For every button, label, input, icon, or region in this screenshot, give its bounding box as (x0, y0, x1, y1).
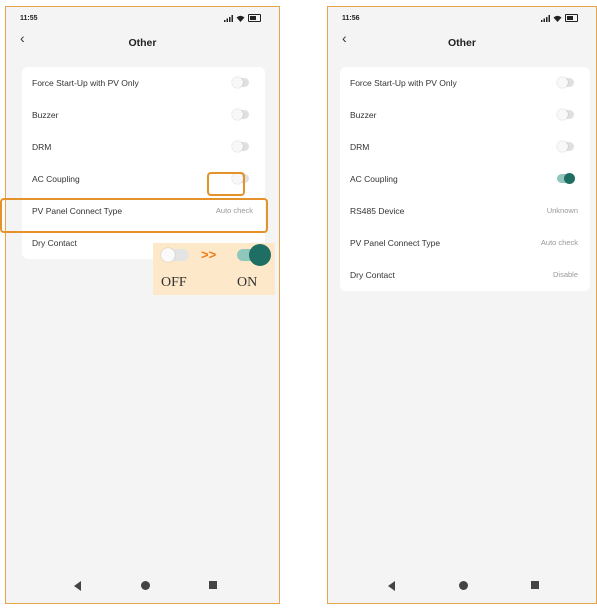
status-time: 11:55 (20, 15, 38, 22)
battery-icon (565, 14, 578, 22)
setting-label: RS485 Device (350, 206, 405, 216)
system-nav-bar (328, 573, 596, 599)
status-bar: 11:56 (328, 13, 596, 27)
status-icons (541, 14, 578, 22)
on-caption: ON (237, 275, 258, 290)
rs485-device-row-highlight (0, 198, 268, 233)
setting-value: Auto check (540, 238, 578, 247)
battery-icon (248, 14, 261, 22)
right-phone-screen: 11:56 ‹ Other Force Start-Up with PV Onl… (327, 6, 597, 604)
settings-list: Force Start-Up with PV Only Buzzer DRM AC C… (340, 67, 590, 291)
setting-row-buzzer: Buzzer (22, 99, 265, 131)
arrows-icon: >> (201, 247, 217, 262)
drm-toggle[interactable] (557, 141, 574, 152)
buzzer-toggle[interactable] (232, 109, 249, 120)
setting-row-drm: DRM (340, 131, 590, 163)
setting-value: Disable (552, 270, 578, 279)
force-start-up-with-pv-only-toggle[interactable] (232, 77, 249, 88)
system-nav-bar (6, 573, 279, 599)
nav-home-icon[interactable] (141, 581, 150, 590)
setting-label: Dry Contact (350, 270, 395, 280)
nav-back-icon[interactable] (388, 581, 395, 591)
drm-toggle[interactable] (232, 141, 249, 152)
setting-row-rs485-device[interactable]: RS485 Device Unknown (340, 195, 590, 227)
page-title: Other (447, 37, 476, 49)
left-phone-screen: 11:55 ‹ Other Force Start-Up with PV Onl… (5, 6, 280, 604)
setting-label: Force Start-Up with PV Only (350, 78, 457, 88)
nav-back-icon[interactable] (74, 581, 81, 591)
app-header: ‹ Other (328, 29, 596, 59)
setting-label: DRM (350, 142, 370, 152)
setting-row-pv-panel-connect-type[interactable]: PV Panel Connect Type Auto check (340, 227, 590, 259)
force-start-up-with-pv-only-toggle[interactable] (557, 77, 574, 88)
nav-recent-icon[interactable] (531, 581, 539, 589)
setting-value: Unknown (546, 206, 578, 215)
signal-icon (224, 14, 233, 22)
setting-label: Force Start-Up with PV Only (32, 78, 139, 88)
setting-row-force-start-up-with-pv-only: Force Start-Up with PV Only (22, 67, 265, 99)
setting-label: DRM (32, 142, 52, 152)
setting-row-ac-coupling: AC Coupling (340, 163, 590, 195)
page: 11:55 ‹ Other Force Start-Up with PV Onl… (0, 0, 597, 609)
toggle-on-illustration (237, 244, 271, 266)
off-caption: OFF (161, 275, 187, 290)
wifi-icon (553, 15, 562, 22)
setting-row-buzzer: Buzzer (340, 99, 590, 131)
status-time: 11:56 (342, 15, 360, 22)
setting-label: AC Coupling (350, 174, 398, 184)
page-title: Other (128, 37, 157, 49)
wifi-icon (236, 15, 245, 22)
setting-row-dry-contact[interactable]: Dry Contact Disable (340, 259, 590, 291)
nav-home-icon[interactable] (459, 581, 468, 590)
ac-coupling-toggle-highlight (207, 172, 245, 196)
nav-recent-icon[interactable] (209, 581, 217, 589)
status-icons (224, 14, 261, 22)
setting-row-drm: DRM (22, 131, 265, 163)
status-bar: 11:55 (6, 13, 279, 27)
toggle-off-illustration (161, 248, 189, 262)
signal-icon (541, 14, 550, 22)
toggle-off-on-callout: >> OFF ON (153, 243, 275, 295)
setting-row-force-start-up-with-pv-only: Force Start-Up with PV Only (340, 67, 590, 99)
setting-label: AC Coupling (32, 174, 80, 184)
setting-label: Buzzer (32, 110, 59, 120)
ac-coupling-toggle[interactable] (557, 173, 575, 184)
app-header: ‹ Other (6, 29, 279, 59)
setting-label: PV Panel Connect Type (350, 238, 441, 248)
buzzer-toggle[interactable] (557, 109, 574, 120)
setting-label: Dry Contact (32, 238, 77, 248)
setting-label: Buzzer (350, 110, 377, 120)
